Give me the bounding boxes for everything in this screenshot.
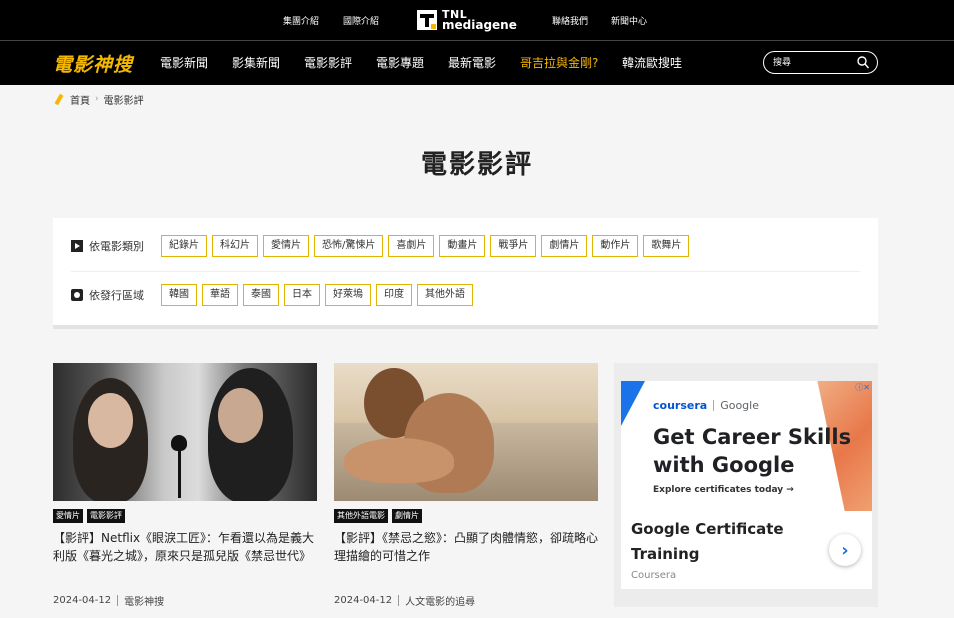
nav-korean-wave[interactable]: 韓流歐搜哇 <box>622 54 682 71</box>
main-nav: 電影神搜 電影新聞 影集新聞 電影影評 電影專題 最新電影 哥吉拉與金剛? 韓流… <box>0 41 954 85</box>
filter-divider <box>71 271 860 272</box>
international-intro-link[interactable]: 國際介紹 <box>343 14 379 27</box>
genre-tag[interactable]: 紀錄片 <box>161 235 207 257</box>
ad-headline: Get Career Skills with Google <box>653 425 852 477</box>
ad-source: Coursera <box>631 570 677 581</box>
article-meta: 2024-04-12 人文電影的追尋 <box>334 593 475 608</box>
genre-tag[interactable]: 歌舞片 <box>643 235 690 257</box>
genre-tag[interactable]: 喜劇片 <box>388 235 435 257</box>
category-tag[interactable]: 其他外語電影 <box>334 509 388 523</box>
ad-brand-logos: coursera Google <box>653 399 759 412</box>
region-filter-row: 依發行區域 韓國 華語 泰國 日本 好萊塢 印度 其他外語 <box>71 284 478 306</box>
genre-tag[interactable]: 恐怖/驚悚片 <box>314 235 384 257</box>
contact-link[interactable]: 聯絡我們 <box>552 14 588 27</box>
search-input[interactable] <box>773 55 853 70</box>
film-icon <box>71 240 83 252</box>
pencil-icon <box>54 93 64 105</box>
genre-tag[interactable]: 戰爭片 <box>490 235 537 257</box>
region-filter-label: 依發行區域 <box>89 289 144 302</box>
coursera-ad[interactable]: ⓘ✕ coursera Google Get Career Skills wit… <box>621 381 872 589</box>
article-card[interactable]: 愛情片 電影影評 【影評】Netflix《眼淚工匠》：乍看還以為是義大利版《暮光… <box>53 363 317 608</box>
ad-cta-text[interactable]: Explore certificates today → <box>653 485 794 495</box>
tnl-mediagene-logo[interactable]: TNL mediagene <box>417 9 517 31</box>
nav-series-news[interactable]: 影集新聞 <box>232 54 280 71</box>
article-thumbnail[interactable] <box>334 363 598 501</box>
chevron-right-icon[interactable]: › <box>829 534 861 566</box>
search-box <box>763 51 878 74</box>
ad-container: ⓘ✕ coursera Google Get Career Skills wit… <box>614 363 878 607</box>
article-date: 2024-04-12 <box>53 595 112 606</box>
region-tag[interactable]: 印度 <box>376 284 412 306</box>
nav-movie-reviews[interactable]: 電影影評 <box>304 54 352 71</box>
newsroom-link[interactable]: 新聞中心 <box>611 14 647 27</box>
genre-tag[interactable]: 劇情片 <box>541 235 588 257</box>
nav-movie-news[interactable]: 電影新聞 <box>160 54 208 71</box>
breadcrumb-home[interactable]: 首頁 <box>70 92 90 107</box>
filter-panel: 依電影類別 紀錄片 科幻片 愛情片 恐怖/驚悚片 喜劇片 動畫片 戰爭片 劇情片… <box>53 218 878 329</box>
nav-latest-movies[interactable]: 最新電影 <box>448 54 496 71</box>
category-tag[interactable]: 電影影評 <box>87 509 125 523</box>
category-tag[interactable]: 愛情片 <box>53 509 83 523</box>
google-logo: Google <box>720 399 759 412</box>
article-tags: 其他外語電影 劇情片 <box>334 509 598 523</box>
region-tag[interactable]: 其他外語 <box>417 284 473 306</box>
breadcrumb-separator: › <box>95 94 99 104</box>
article-author[interactable]: 電影神搜 <box>124 593 164 608</box>
adchoices-icon[interactable]: ⓘ✕ <box>855 382 870 393</box>
page-title: 電影影評 <box>420 150 533 180</box>
article-thumbnail[interactable] <box>53 363 317 501</box>
nav-godzilla-kong[interactable]: 哥吉拉與金剛? <box>520 54 598 71</box>
region-tag[interactable]: 韓國 <box>161 284 197 306</box>
genre-filter-label: 依電影類別 <box>89 240 144 253</box>
genre-filter-row: 依電影類別 紀錄片 科幻片 愛情片 恐怖/驚悚片 喜劇片 動畫片 戰爭片 劇情片… <box>71 235 694 257</box>
brand-line2: mediagene <box>442 18 517 32</box>
region-tag[interactable]: 泰國 <box>243 284 279 306</box>
article-tags: 愛情片 電影影評 <box>53 509 317 523</box>
breadcrumb-current: 電影影評 <box>103 95 144 107</box>
search-icon[interactable] <box>857 56 869 69</box>
breadcrumb: 首頁 › 電影影評 <box>54 92 144 107</box>
genre-tag[interactable]: 愛情片 <box>263 235 309 257</box>
region-tag[interactable]: 華語 <box>202 284 238 306</box>
site-logo[interactable]: 電影神搜 <box>53 50 133 77</box>
genre-tag[interactable]: 動畫片 <box>439 235 486 257</box>
group-intro-link[interactable]: 集團介紹 <box>283 14 319 27</box>
article-date: 2024-04-12 <box>334 595 393 606</box>
top-bar: 集團介紹 國際介紹 TNL mediagene 聯絡我們 新聞中心 <box>0 0 954 40</box>
tnl-logo-icon <box>417 10 437 30</box>
article-headline[interactable]: 【影評】《禁忌之慾》：凸顯了肉體情慾，卻疏略心理描繪的可惜之作 <box>334 529 598 565</box>
genre-tag[interactable]: 動作片 <box>592 235 639 257</box>
category-tag[interactable]: 劇情片 <box>392 509 422 523</box>
genre-tag[interactable]: 科幻片 <box>212 235 258 257</box>
article-meta: 2024-04-12 電影神搜 <box>53 593 164 608</box>
region-tag[interactable]: 日本 <box>284 284 320 306</box>
coursera-logo: coursera <box>653 399 708 412</box>
article-headline[interactable]: 【影評】Netflix《眼淚工匠》：乍看還以為是義大利版《暮光之城》，原來只是孤… <box>53 529 317 565</box>
article-author[interactable]: 人文電影的追尋 <box>405 593 475 608</box>
ad-title[interactable]: Google Certificate Training <box>631 517 811 567</box>
region-tag[interactable]: 好萊塢 <box>325 284 371 306</box>
article-card[interactable]: 其他外語電影 劇情片 【影評】《禁忌之慾》：凸顯了肉體情慾，卻疏略心理描繪的可惜… <box>334 363 598 608</box>
nav-movie-features[interactable]: 電影專題 <box>376 54 424 71</box>
globe-icon <box>71 289 83 301</box>
